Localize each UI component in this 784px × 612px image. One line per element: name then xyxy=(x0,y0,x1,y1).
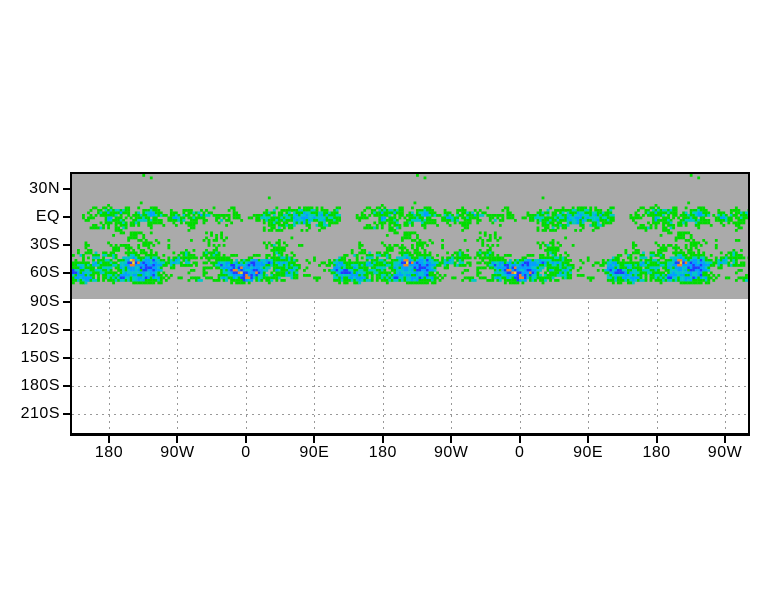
y-axis-tick xyxy=(63,328,70,331)
x-axis-tick xyxy=(313,436,316,443)
x-axis-tick xyxy=(518,436,521,443)
horizontal-gridline xyxy=(72,385,748,387)
x-axis-tick-label: 90E xyxy=(299,444,330,461)
y-axis-tick xyxy=(63,384,70,387)
x-axis-tick-label: 0 xyxy=(241,444,251,461)
x-axis-tick xyxy=(587,436,590,443)
y-axis-tick-label: 150S xyxy=(20,348,60,366)
x-axis-tick xyxy=(450,436,453,443)
y-axis-tick-label: 120S xyxy=(20,320,60,338)
x-axis-tick-label: 0 xyxy=(514,444,525,461)
y-axis-tick-label: 90S xyxy=(30,292,60,310)
y-axis-tick xyxy=(63,413,70,415)
y-axis-tick xyxy=(63,300,70,303)
horizontal-gridline xyxy=(72,414,748,415)
x-axis-tick-label: 90E xyxy=(573,444,604,461)
x-axis-tick xyxy=(381,436,384,443)
y-axis-tick xyxy=(63,356,70,359)
x-axis-tick xyxy=(176,436,179,443)
shaded-field-canvas xyxy=(72,174,748,299)
x-axis-tick-label: 180 xyxy=(94,444,124,461)
y-axis-tick-label: 210S xyxy=(20,405,60,422)
x-axis-tick-label: 180 xyxy=(368,444,397,461)
y-axis-tick xyxy=(63,244,70,247)
x-axis-tick xyxy=(724,436,726,443)
y-axis-tick xyxy=(63,188,70,190)
figure: 180 90W 0 90E 180 90W 0 90E 180 90W 30N EQ 30S 60S 90S… xyxy=(0,0,784,612)
y-axis-tick-label: 60S xyxy=(30,264,60,282)
y-axis-tick-label: 30S xyxy=(30,236,60,254)
y-axis-tick-label: EQ xyxy=(35,208,60,226)
y-axis-tick xyxy=(63,216,70,219)
horizontal-gridline xyxy=(72,357,748,359)
x-axis-tick xyxy=(244,436,247,443)
x-axis-tick xyxy=(655,436,658,443)
x-axis-tick-label: 180 xyxy=(642,444,671,461)
x-axis-tick-label: 90W xyxy=(707,444,743,461)
x-axis-tick xyxy=(108,436,110,443)
x-axis-tick-label: 90W xyxy=(160,444,195,461)
y-axis-tick xyxy=(63,272,70,275)
x-axis-tick-label: 90W xyxy=(433,444,469,461)
horizontal-gridline xyxy=(72,329,748,331)
y-axis-tick-label: 30N xyxy=(29,180,60,197)
y-axis-tick-label: 180S xyxy=(20,376,60,394)
